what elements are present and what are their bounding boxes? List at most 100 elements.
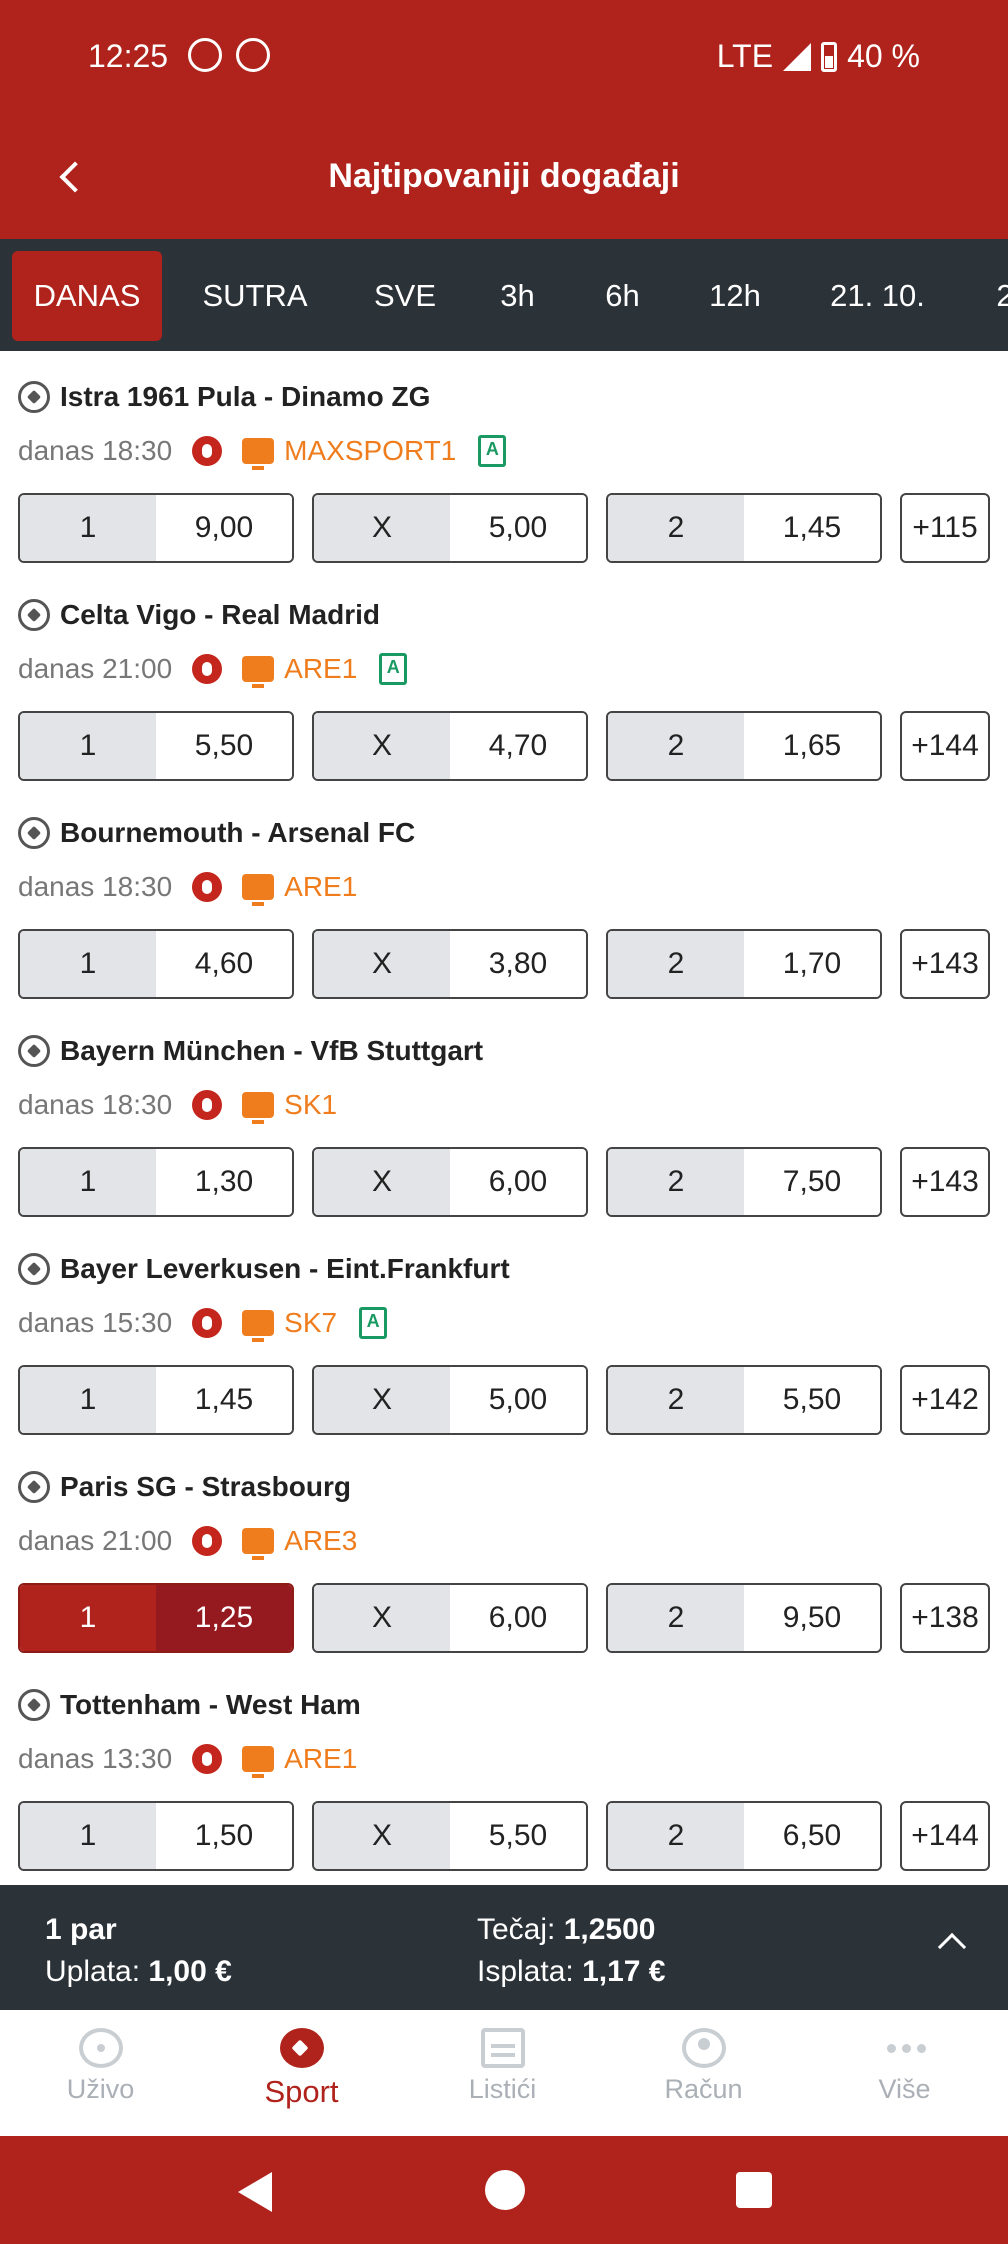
system-home-icon[interactable] bbox=[485, 2170, 525, 2210]
betslip-count: 1 par bbox=[45, 1913, 117, 1946]
event-title[interactable]: Bayern München - VfB Stuttgart bbox=[18, 1035, 483, 1067]
odd-button-2[interactable]: 2 1,65 bbox=[606, 711, 882, 781]
odd-value: 1,25 bbox=[156, 1585, 292, 1651]
more-markets-button[interactable]: +138 bbox=[900, 1583, 990, 1653]
odd-button-x[interactable]: X 5,50 bbox=[312, 1801, 588, 1871]
tv-icon bbox=[242, 656, 275, 688]
more-markets-button[interactable]: +144 bbox=[900, 711, 990, 781]
odd-button-x[interactable]: X 4,70 bbox=[312, 711, 588, 781]
tab-3h[interactable]: 3h bbox=[480, 251, 555, 341]
event-card[interactable]: Celta Vigo - Real Madrid danas 21:00 ARE1 1… bbox=[0, 569, 1008, 787]
odd-value: 5,50 bbox=[744, 1367, 880, 1433]
tv-icon bbox=[242, 1746, 275, 1778]
system-navigation bbox=[0, 2136, 1008, 2244]
event-time: danas 15:30 bbox=[18, 1307, 173, 1338]
event-title[interactable]: Bournemouth - Arsenal FC bbox=[18, 817, 415, 849]
odd-button-1[interactable]: 1 1,30 bbox=[18, 1147, 294, 1217]
soccer-ball-icon bbox=[18, 1689, 50, 1721]
event-title[interactable]: Paris SG - Strasbourg bbox=[18, 1471, 351, 1503]
odd-button-2[interactable]: 2 7,50 bbox=[606, 1147, 882, 1217]
tab-next-date[interactable]: 2 bbox=[985, 251, 1008, 341]
nav-sport[interactable]: Sport bbox=[201, 2010, 402, 2136]
event-title[interactable]: Tottenham - West Ham bbox=[18, 1689, 361, 1721]
event-card[interactable]: Istra 1961 Pula - Dinamo ZG danas 18:30 MA… bbox=[0, 351, 1008, 569]
odd-label: X bbox=[314, 1149, 450, 1215]
odd-label: X bbox=[314, 1367, 450, 1433]
event-card[interactable]: Tottenham - West Ham danas 13:30 ARE1 1 1,50… bbox=[0, 1659, 1008, 1877]
betslip-summary[interactable]: 1 par Uplata: 1,00 € Tečaj: 1,2500 Ispla… bbox=[0, 1885, 1008, 2010]
odd-button-1[interactable]: 1 1,45 bbox=[18, 1365, 294, 1435]
odd-value: 9,00 bbox=[156, 495, 292, 561]
odd-button-2[interactable]: 2 6,50 bbox=[606, 1801, 882, 1871]
odd-button-x[interactable]: X 3,80 bbox=[312, 929, 588, 999]
event-card[interactable]: Bayer Leverkusen - Eint.Frankfurt danas 1… bbox=[0, 1223, 1008, 1441]
odd-button-1[interactable]: 1 4,60 bbox=[18, 929, 294, 999]
odd-button-1[interactable]: 1 5,50 bbox=[18, 711, 294, 781]
nav-live[interactable]: Uživo bbox=[0, 2010, 201, 2136]
more-markets-button[interactable]: +143 bbox=[900, 1147, 990, 1217]
odd-label: 1 bbox=[20, 495, 156, 561]
odd-button-2[interactable]: 2 1,70 bbox=[606, 929, 882, 999]
stats-icon[interactable] bbox=[478, 435, 507, 467]
system-recents-icon[interactable] bbox=[736, 2172, 772, 2208]
event-time: danas 18:30 bbox=[18, 1089, 173, 1120]
nav-label: Više bbox=[878, 2074, 931, 2104]
more-markets-button[interactable]: +142 bbox=[900, 1365, 990, 1435]
odd-button-1[interactable]: 1 1,50 bbox=[18, 1801, 294, 1871]
tab-date[interactable]: 21. 10. bbox=[815, 251, 940, 341]
chevron-up-icon[interactable] bbox=[937, 1932, 967, 1962]
event-title[interactable]: Bayer Leverkusen - Eint.Frankfurt bbox=[18, 1253, 510, 1285]
odds-value: 1,2500 bbox=[563, 1913, 656, 1946]
more-markets-button[interactable]: +144 bbox=[900, 1801, 990, 1871]
event-card[interactable]: Bayern München - VfB Stuttgart danas 18:3… bbox=[0, 1005, 1008, 1223]
event-card[interactable]: Paris SG - Strasbourg danas 21:00 ARE3 1 1,2… bbox=[0, 1441, 1008, 1659]
battery-icon bbox=[821, 41, 838, 72]
tab-danas[interactable]: DANAS bbox=[12, 251, 162, 341]
nav-more[interactable]: Više bbox=[804, 2010, 1005, 2136]
odd-label: 1 bbox=[20, 1149, 156, 1215]
odd-button-2[interactable]: 2 1,45 bbox=[606, 493, 882, 563]
odd-button-2[interactable]: 2 9,50 bbox=[606, 1583, 882, 1653]
stats-icon[interactable] bbox=[379, 653, 408, 685]
tab-sve[interactable]: SVE bbox=[355, 251, 455, 341]
odd-button-x[interactable]: X 6,00 bbox=[312, 1147, 588, 1217]
event-card[interactable]: Bournemouth - Arsenal FC danas 18:30 ARE1 1… bbox=[0, 787, 1008, 1005]
odd-button-x[interactable]: X 6,00 bbox=[312, 1583, 588, 1653]
system-back-icon[interactable] bbox=[238, 2172, 272, 2212]
odd-value: 5,50 bbox=[450, 1803, 586, 1869]
stake-value: 1,00 € bbox=[148, 1955, 232, 1988]
event-meta: danas 18:30 MAXSPORT1 bbox=[18, 435, 507, 470]
nav-slips[interactable]: Listići bbox=[402, 2010, 603, 2136]
live-stream-icon bbox=[192, 1090, 223, 1120]
event-meta: danas 18:30 SK1 bbox=[18, 1089, 337, 1124]
odd-label: 2 bbox=[608, 931, 744, 997]
page-title: Najtipovaniji događaji bbox=[328, 157, 680, 195]
nav-account[interactable]: Račun bbox=[603, 2010, 804, 2136]
odds-row: 1 9,00 X 5,00 2 1,45 +115 bbox=[18, 493, 990, 563]
odd-button-1[interactable]: 1 9,00 bbox=[18, 493, 294, 563]
viber-icon bbox=[188, 38, 222, 72]
odd-button-2[interactable]: 2 5,50 bbox=[606, 1365, 882, 1435]
odd-label: 2 bbox=[608, 495, 744, 561]
events-list: Istra 1961 Pula - Dinamo ZG danas 18:30 MA… bbox=[0, 351, 1008, 1885]
event-title[interactable]: Celta Vigo - Real Madrid bbox=[18, 599, 380, 631]
odd-label: 2 bbox=[608, 1803, 744, 1869]
odd-value: 6,00 bbox=[450, 1585, 586, 1651]
more-markets-button[interactable]: +115 bbox=[900, 493, 990, 563]
more-markets-button[interactable]: +143 bbox=[900, 929, 990, 999]
odd-value: 1,50 bbox=[156, 1803, 292, 1869]
tab-6h[interactable]: 6h bbox=[585, 251, 660, 341]
signal-icon bbox=[783, 42, 812, 71]
odd-button-x[interactable]: X 5,00 bbox=[312, 1365, 588, 1435]
event-title[interactable]: Istra 1961 Pula - Dinamo ZG bbox=[18, 381, 430, 413]
odd-button-1[interactable]: 1 1,25 bbox=[18, 1583, 294, 1653]
tv-icon bbox=[242, 438, 275, 470]
odd-label: 2 bbox=[608, 1149, 744, 1215]
stats-icon[interactable] bbox=[359, 1307, 388, 1339]
live-stream-icon bbox=[192, 1308, 223, 1338]
event-teams: Bournemouth - Arsenal FC bbox=[60, 817, 416, 848]
tab-12h[interactable]: 12h bbox=[690, 251, 780, 341]
odd-button-x[interactable]: X 5,00 bbox=[312, 493, 588, 563]
tab-sutra[interactable]: SUTRA bbox=[190, 251, 320, 341]
tv-icon bbox=[242, 1310, 275, 1342]
